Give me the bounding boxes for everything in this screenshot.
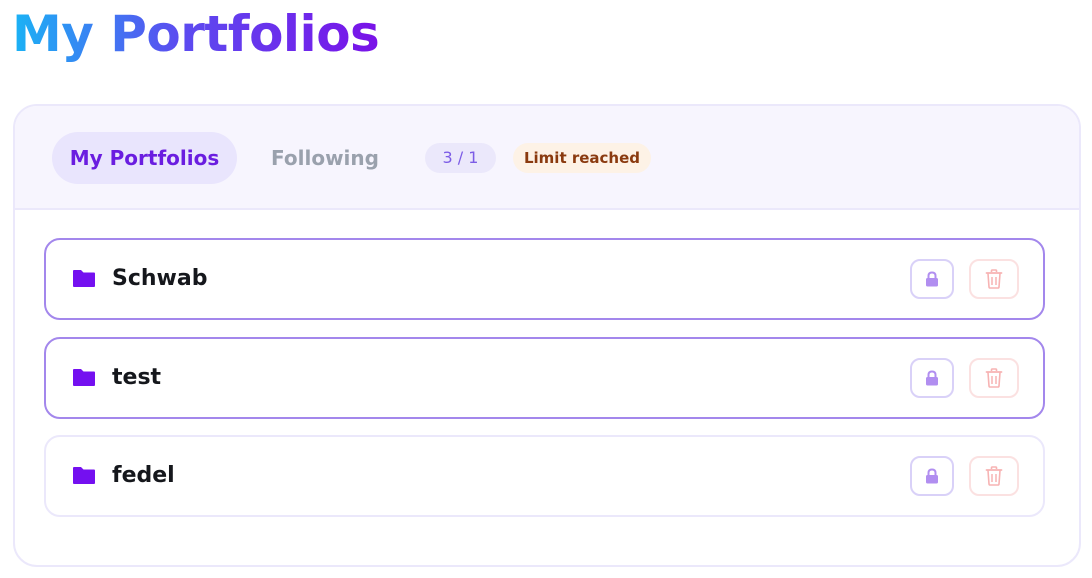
trash-icon [985, 269, 1003, 289]
delete-button[interactable] [969, 358, 1019, 398]
panel-header: My Portfolios Following 3 / 1 Limit reac… [15, 106, 1079, 210]
portfolio-name: test [112, 365, 162, 390]
folder-icon [73, 369, 95, 386]
lock-icon [926, 370, 938, 386]
lock-button[interactable] [910, 259, 954, 299]
tab-my-portfolios[interactable]: My Portfolios [52, 132, 237, 184]
folder-icon [73, 270, 95, 287]
trash-icon [985, 368, 1003, 388]
tab-following[interactable]: Following [255, 132, 395, 184]
delete-button[interactable] [969, 456, 1019, 496]
portfolio-name: Schwab [112, 266, 208, 291]
portfolio-item-test[interactable]: test [44, 337, 1045, 419]
lock-button[interactable] [910, 358, 954, 398]
portfolio-item-fedel[interactable]: fedel [44, 435, 1045, 517]
portfolio-name: fedel [112, 463, 175, 488]
limit-reached-badge: Limit reached [513, 143, 651, 173]
page-title: My Portfolios [12, 2, 380, 66]
delete-button[interactable] [969, 259, 1019, 299]
portfolio-count-badge: 3 / 1 [425, 143, 496, 173]
trash-icon [985, 466, 1003, 486]
folder-icon [73, 467, 95, 484]
lock-button[interactable] [910, 456, 954, 496]
portfolio-item-schwab[interactable]: Schwab [44, 238, 1045, 320]
lock-icon [926, 468, 938, 484]
lock-icon [926, 271, 938, 287]
portfolios-panel: My Portfolios Following 3 / 1 Limit reac… [13, 104, 1081, 567]
